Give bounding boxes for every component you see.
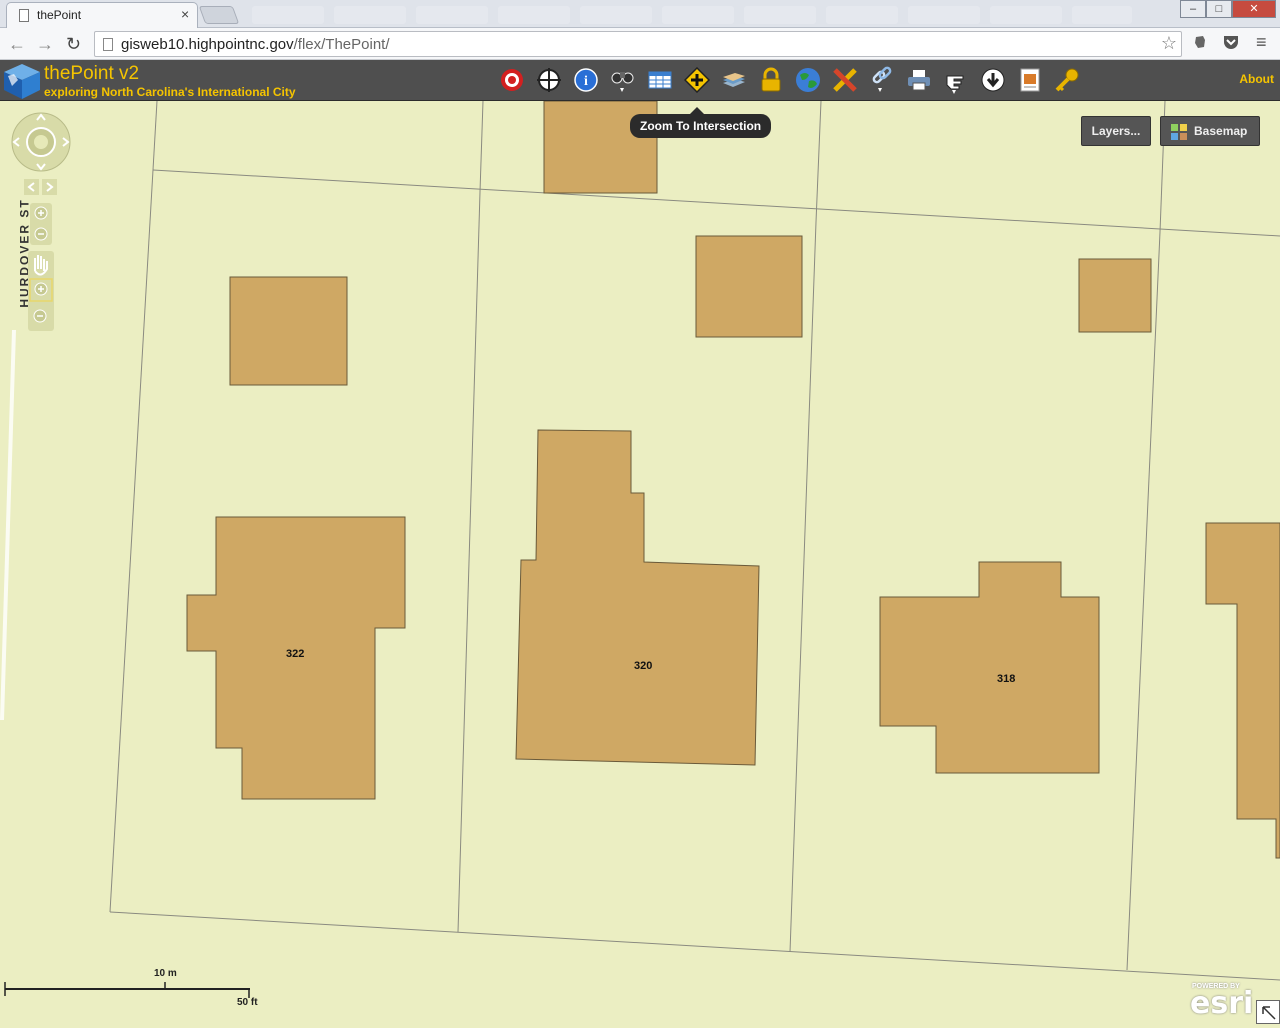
close-window-button[interactable]: ✕ [1232, 0, 1276, 18]
tab-close-icon[interactable]: × [181, 6, 189, 22]
building[interactable] [229, 276, 348, 386]
key-icon[interactable] [1053, 66, 1081, 94]
background-tab[interactable] [580, 6, 652, 24]
background-tab[interactable] [416, 6, 488, 24]
table-icon[interactable] [646, 66, 674, 94]
attribution-brand: esri [1190, 986, 1254, 1021]
parcel-label: 322 [286, 648, 305, 660]
logo-icon [4, 64, 40, 99]
map-canvas[interactable] [0, 101, 1280, 1024]
resize-corner-icon[interactable] [1256, 1000, 1280, 1024]
binoculars-icon[interactable] [609, 66, 637, 94]
page-icon [103, 38, 113, 51]
background-tab[interactable] [498, 6, 570, 24]
bookmark-star-icon[interactable]: ☆ [1161, 33, 1177, 54]
evernote-icon[interactable] [1192, 34, 1208, 54]
reload-button[interactable]: ↻ [66, 34, 81, 55]
parcel-label: 318 [997, 673, 1016, 685]
lock-icon[interactable] [757, 66, 785, 94]
pointer-hand-icon[interactable] [942, 66, 970, 94]
layers-button[interactable]: Layers... [1081, 116, 1151, 146]
globe-icon[interactable] [794, 66, 822, 94]
new-tab-button[interactable] [198, 6, 240, 24]
background-tab[interactable] [826, 6, 898, 24]
url-host: gisweb10.highpointnc.gov [121, 36, 294, 53]
info-icon[interactable]: i [572, 66, 600, 94]
parcel-label: 320 [634, 660, 653, 672]
url-path: /flex/ThePoint/ [293, 36, 390, 53]
background-tab[interactable] [252, 6, 324, 24]
app-header: thePoint v2 exploring North Carolina's I… [0, 60, 1280, 101]
scale-bar-graphic [4, 982, 250, 998]
background-tab[interactable] [334, 6, 406, 24]
draw-tools-icon[interactable] [831, 66, 859, 94]
window-controls: – □ ✕ [1180, 0, 1276, 18]
layers-stack-icon[interactable] [720, 66, 748, 94]
print-icon[interactable] [905, 66, 933, 94]
page-icon [19, 9, 29, 22]
basemap-button[interactable]: Basemap [1160, 116, 1260, 146]
basemap-label: Basemap [1194, 124, 1248, 138]
esri-logo: POWERED BY esri [1188, 982, 1254, 1021]
scale-metric-label: 10 m [154, 968, 177, 979]
menu-icon[interactable]: ≡ [1256, 32, 1267, 53]
download-icon[interactable] [979, 66, 1007, 94]
crosshair-icon[interactable] [535, 66, 563, 94]
link-icon[interactable] [868, 66, 896, 94]
app-subtitle: exploring North Carolina's International… [44, 85, 296, 99]
scale-bar: 10 m 50 ft [4, 966, 264, 1008]
tooltip: Zoom To Intersection [630, 107, 772, 138]
target-icon[interactable] [498, 66, 526, 94]
background-tab[interactable] [662, 6, 734, 24]
browser-tab[interactable]: thePoint × [6, 2, 198, 28]
minimize-button[interactable]: – [1180, 0, 1206, 18]
svg-text:i: i [584, 74, 588, 89]
browser-tabstrip: thePoint × – □ ✕ [0, 0, 1280, 28]
background-tab[interactable] [990, 6, 1062, 24]
app-title: thePoint v2 [44, 63, 140, 84]
background-tab[interactable] [908, 6, 980, 24]
building[interactable] [695, 235, 803, 338]
background-tab[interactable] [744, 6, 816, 24]
about-link[interactable]: About [1239, 72, 1274, 86]
building[interactable] [1078, 258, 1152, 333]
map-navigation-control[interactable] [10, 111, 72, 331]
basemap-grid-icon [1171, 124, 1187, 140]
zoom-intersection-icon[interactable] [683, 66, 711, 94]
back-button[interactable]: ← [8, 34, 26, 55]
report-icon[interactable] [1016, 66, 1044, 94]
address-bar[interactable]: gisweb10.highpointnc.gov/flex/ThePoint/ … [94, 31, 1182, 57]
forward-button[interactable]: → [36, 34, 54, 55]
pocket-icon[interactable] [1222, 34, 1240, 54]
scale-imperial-label: 50 ft [237, 997, 258, 1008]
url-text: gisweb10.highpointnc.gov/flex/ThePoint/ [121, 36, 390, 53]
map-view[interactable] [0, 101, 1280, 1024]
browser-toolbar: ← → ↻ gisweb10.highpointnc.gov/flex/TheP… [0, 28, 1280, 60]
tab-title: thePoint [37, 8, 82, 22]
maximize-button[interactable]: □ [1206, 0, 1232, 18]
background-tab[interactable] [1072, 6, 1132, 24]
